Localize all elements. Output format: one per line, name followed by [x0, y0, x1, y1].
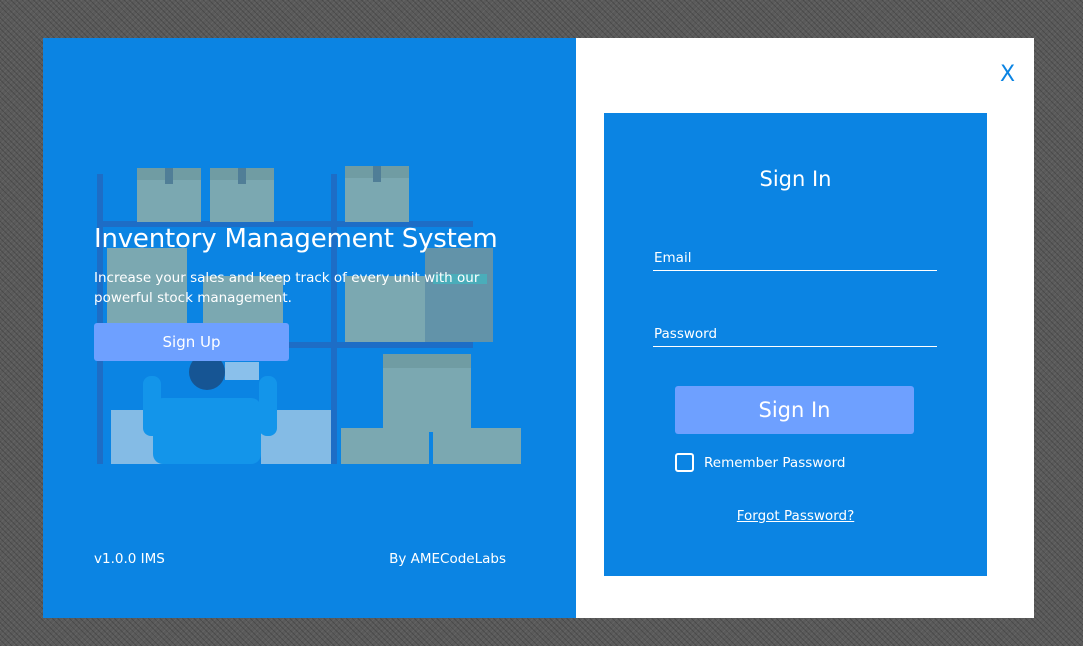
password-field — [653, 322, 938, 347]
remember-password-label: Remember Password — [704, 454, 846, 471]
version-label: v1.0.0 IMS — [94, 551, 165, 567]
app-tagline: Increase your sales and keep track of ev… — [94, 270, 480, 306]
remember-password-toggle[interactable]: Remember Password — [675, 453, 845, 472]
sign-up-button[interactable]: Sign Up — [94, 323, 289, 361]
app-title: Inventory Management System — [94, 224, 498, 254]
author-label: By AMECodeLabs — [389, 551, 506, 567]
password-input[interactable] — [653, 322, 938, 346]
forgot-password-link[interactable]: Forgot Password? — [604, 508, 987, 524]
warehouse-illustration — [97, 166, 521, 464]
email-field — [653, 246, 938, 271]
sign-in-title: Sign In — [759, 167, 832, 191]
email-input[interactable] — [653, 246, 938, 270]
close-button[interactable]: X — [1000, 62, 1015, 87]
brand-panel: Inventory Management System Increase you… — [43, 38, 576, 618]
remember-password-checkbox[interactable] — [675, 453, 694, 472]
login-window: Inventory Management System Increase you… — [43, 38, 1034, 618]
sign-in-card: Sign In Sign In Remember Password Forgot… — [604, 113, 987, 576]
sign-in-button[interactable]: Sign In — [675, 386, 914, 434]
